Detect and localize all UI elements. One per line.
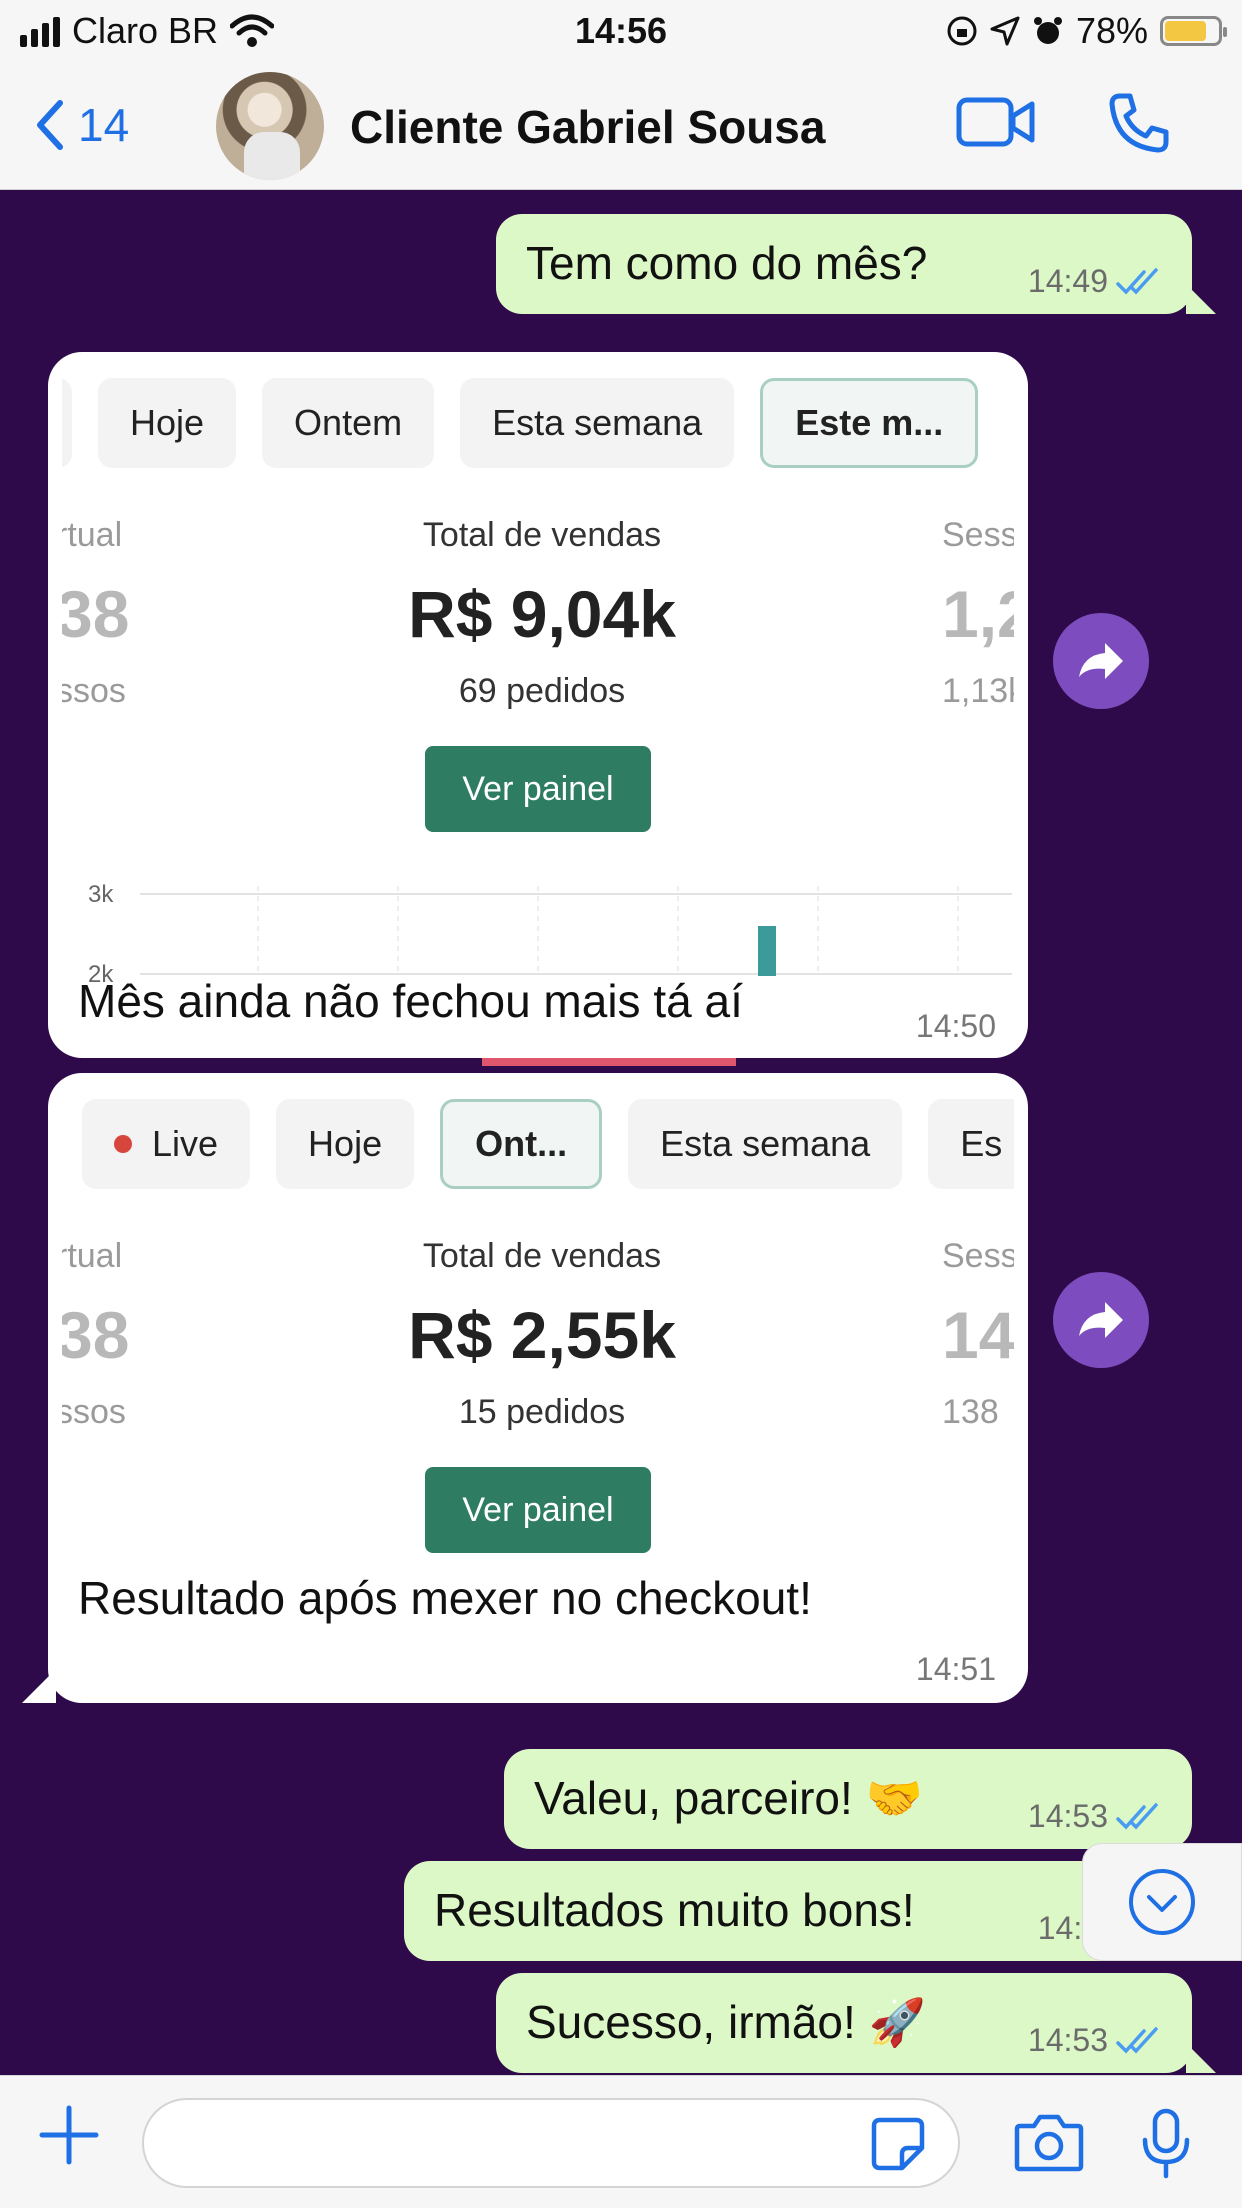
message-text: Tem como do mês? xyxy=(526,237,928,289)
metric-value-left: 38 xyxy=(62,577,130,651)
message-time: 14:51 xyxy=(915,1651,996,1687)
metric-label: Total de vendas xyxy=(422,1237,662,1275)
outgoing-message[interactable]: Resultados muito bons! 14:5 xyxy=(404,1861,1192,1961)
sticker-icon[interactable] xyxy=(870,2116,926,2172)
message-time: 14:53 xyxy=(1027,1798,1108,1834)
metric-label-right: Sess xyxy=(942,1237,1014,1275)
battery-icon xyxy=(1160,16,1227,46)
message-caption: Mês ainda não fechou mais tá aí xyxy=(78,975,743,1027)
forward-button[interactable] xyxy=(1053,613,1149,709)
chart-tick-3k: 3k xyxy=(88,881,114,908)
chart-bar xyxy=(758,926,776,976)
chevron-down-circle-icon xyxy=(1129,1869,1195,1935)
total-sales-value: R$ 9,04k xyxy=(408,577,676,651)
video-call-icon[interactable] xyxy=(956,94,1036,150)
forward-arrow-icon xyxy=(1079,1302,1123,1338)
metric-sub-right: 138 xyxy=(942,1393,999,1431)
tab-ontem: Ontem xyxy=(262,378,435,468)
battery-percent: 78% xyxy=(1075,10,1148,51)
incoming-image-message[interactable]: Hoje Ontem Esta semana Este m... rtual 3… xyxy=(48,352,1028,1058)
message-list[interactable]: Tem como do mês? 14:49 Hoje Ontem Esta s… xyxy=(0,191,1242,2075)
orders-count: 15 pedidos xyxy=(458,1393,626,1431)
metric-value-right: 14 xyxy=(942,1298,1014,1372)
metric-sub-left: ssos xyxy=(62,1393,126,1431)
live-dot-icon xyxy=(114,1135,132,1153)
double-check-icon xyxy=(1116,2026,1158,2054)
status-bar: Claro BR 14:56 78% xyxy=(0,0,1242,62)
scroll-to-bottom-button[interactable] xyxy=(1082,1843,1242,1961)
screenshot-image: Hoje Ontem Esta semana Este m... rtual 3… xyxy=(62,366,1014,986)
bubble-tail xyxy=(1186,2043,1216,2073)
forward-arrow-icon xyxy=(1079,643,1123,679)
chevron-left-icon xyxy=(37,100,63,150)
tab-hoje: Hoje xyxy=(98,378,237,468)
tab-live: Live xyxy=(82,1099,251,1189)
tab-ontem: Ont... xyxy=(440,1099,603,1189)
metric-label-left: rtual xyxy=(62,516,123,554)
chat-header: 14 Cliente Gabriel Sousa xyxy=(0,62,1242,190)
metric-sub-left: ssos xyxy=(62,672,126,710)
double-check-icon xyxy=(1116,1802,1158,1830)
message-time: 14:50 xyxy=(915,1008,996,1044)
metric-value-left: 38 xyxy=(62,1298,130,1372)
tab-este-mes: Este m... xyxy=(760,378,979,468)
message-input[interactable] xyxy=(142,2098,960,2188)
rotation-lock-icon xyxy=(947,16,977,46)
camera-icon[interactable] xyxy=(1014,2112,1084,2172)
message-text: Resultados muito bons! xyxy=(434,1884,915,1936)
bubble-tail xyxy=(1186,284,1216,314)
message-text: Sucesso, irmão! 🚀 xyxy=(526,1996,926,2048)
metric-label: Total de vendas xyxy=(422,516,662,554)
message-time: 14:53 xyxy=(1027,2022,1108,2058)
forward-button[interactable] xyxy=(1053,1272,1149,1368)
tab-esta-semana: Esta semana xyxy=(628,1099,903,1189)
message-caption: Resultado após mexer no checkout! xyxy=(78,1572,812,1624)
orders-count: 69 pedidos xyxy=(458,672,626,710)
metric-value-right: 1,2 xyxy=(942,577,1014,651)
outgoing-message[interactable]: Valeu, parceiro! 🤝 14:53 xyxy=(504,1749,1192,1849)
microphone-icon[interactable] xyxy=(1140,2108,1192,2180)
sales-chart: 3k 2k xyxy=(88,881,1012,986)
phone-call-icon[interactable] xyxy=(1106,92,1170,156)
metric-label-left: rtual xyxy=(62,1237,123,1275)
alarm-icon xyxy=(1033,17,1062,44)
outgoing-message[interactable]: Tem como do mês? 14:49 xyxy=(496,214,1192,314)
total-sales-value: R$ 2,55k xyxy=(408,1298,676,1372)
tab-esta-semana: Esta semana xyxy=(460,378,735,468)
ver-painel-button: Ver painel xyxy=(425,746,651,832)
unread-count: 14 xyxy=(78,99,130,151)
message-text: Valeu, parceiro! 🤝 xyxy=(534,1772,923,1824)
avatar[interactable] xyxy=(216,72,324,180)
incoming-image-message[interactable]: Live Hoje Ont... Esta semana Es rtual 38… xyxy=(48,1073,1028,1703)
composer-bar xyxy=(0,2075,1242,2208)
back-button[interactable]: 14 xyxy=(34,98,129,152)
plus-icon[interactable] xyxy=(36,2102,102,2168)
divider-strip xyxy=(482,1058,736,1066)
metric-sub-right: 1,13k xyxy=(942,672,1014,710)
ver-painel-button: Ver painel xyxy=(425,1467,651,1553)
metric-label-right: Sess xyxy=(942,516,1014,554)
tab-hoje: Hoje xyxy=(276,1099,415,1189)
message-time: 14:49 xyxy=(1027,263,1108,299)
outgoing-message[interactable]: Sucesso, irmão! 🚀 14:53 xyxy=(496,1973,1192,2073)
double-check-icon xyxy=(1116,267,1158,295)
contact-name[interactable]: Cliente Gabriel Sousa xyxy=(350,100,825,154)
tab-es: Es xyxy=(928,1099,1014,1189)
screenshot-image: Live Hoje Ont... Esta semana Es rtual 38… xyxy=(62,1087,1014,1557)
location-icon xyxy=(990,16,1020,46)
